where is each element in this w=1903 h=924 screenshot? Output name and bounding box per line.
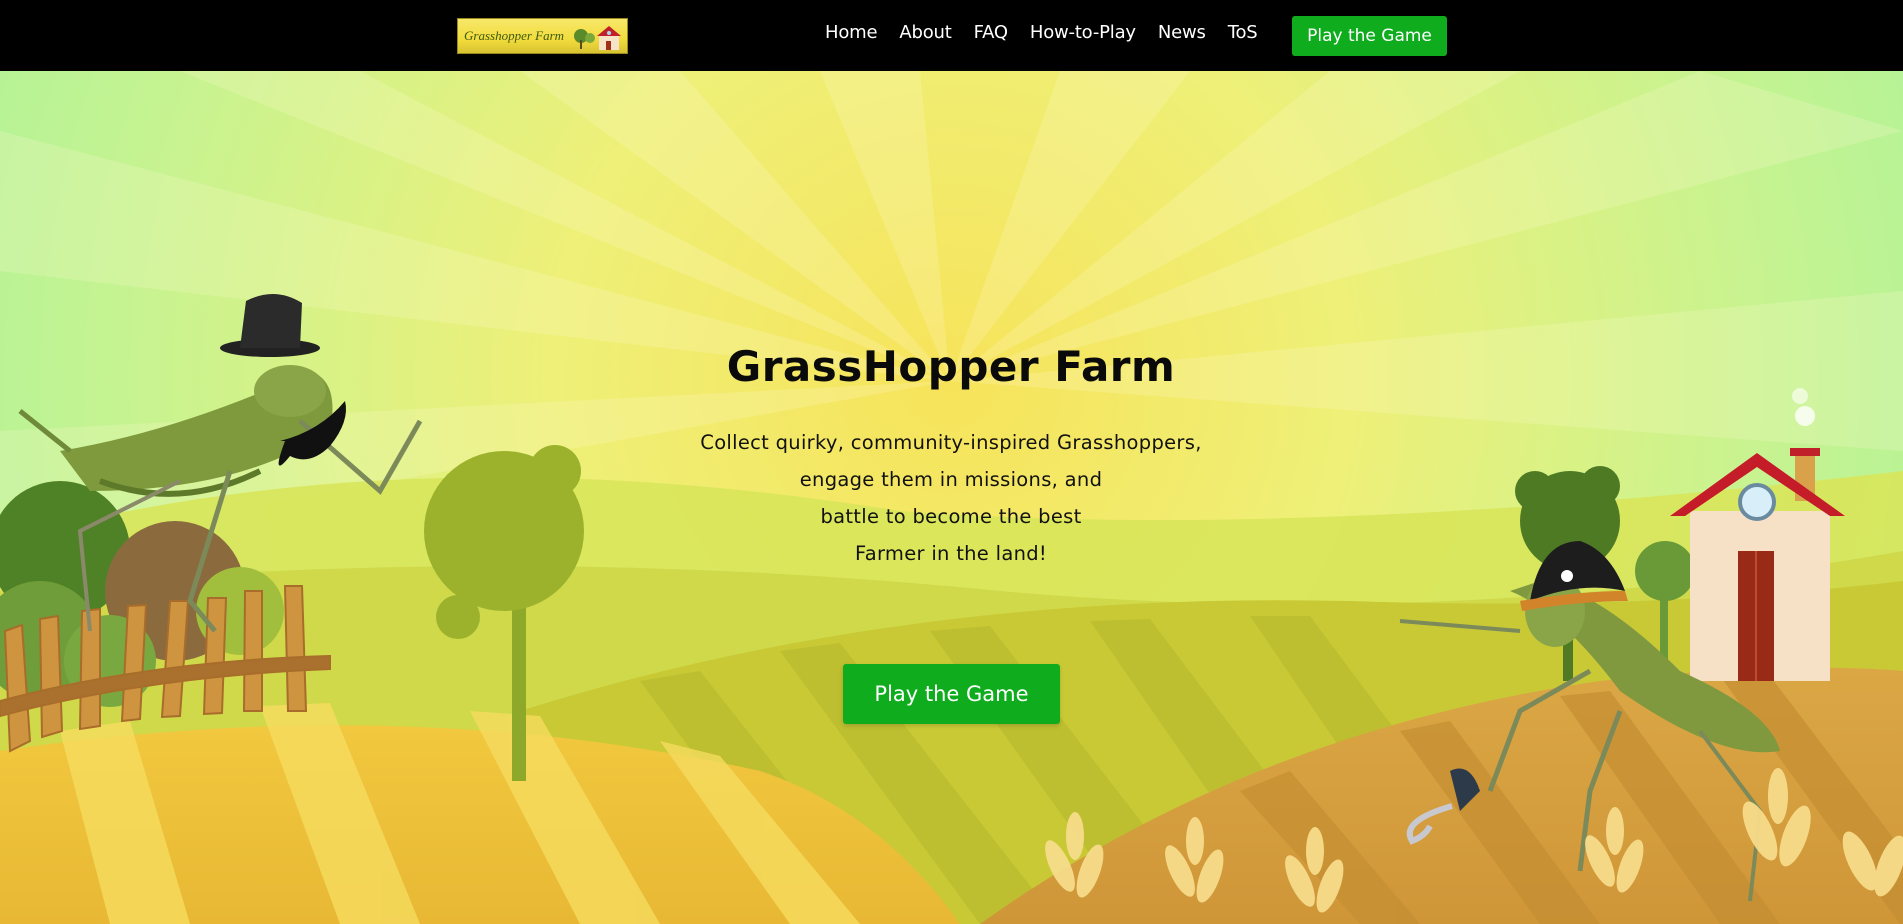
nav-how-to-play-link[interactable]: How-to-Play (1030, 22, 1136, 43)
hero-play-game-button[interactable]: Play the Game (843, 664, 1060, 724)
hero-section: GrassHopper Farm Collect quirky, communi… (0, 71, 1903, 924)
top-navbar: Grasshopper Farm Home About FAQ How-to-P… (0, 0, 1903, 71)
nav-news-link[interactable]: News (1158, 22, 1206, 43)
hero-title: GrassHopper Farm (726, 342, 1176, 391)
nav-play-game-button[interactable]: Play the Game (1292, 16, 1447, 56)
site-logo[interactable]: Grasshopper Farm (457, 18, 628, 54)
nav-home-link[interactable]: Home (825, 22, 878, 43)
hero-description-line: engage them in missions, and (799, 468, 1103, 491)
farmhouse-icon (574, 26, 621, 50)
logo-text: Grasshopper Farm (464, 28, 565, 43)
nav-faq-link[interactable]: FAQ (974, 22, 1008, 43)
nav-tos-link[interactable]: ToS (1228, 22, 1258, 43)
hero-description-line: battle to become the best (820, 505, 1082, 528)
hero-description-line: Farmer in the land! (854, 542, 1048, 565)
nav-about-link[interactable]: About (899, 22, 951, 43)
hero-description-line: Collect quirky, community-inspired Grass… (700, 431, 1202, 454)
main-nav: Home About FAQ How-to-Play News ToS (825, 22, 1258, 43)
hero-description: Collect quirky, community-inspired Grass… (651, 424, 1251, 572)
hero-content: GrassHopper Farm Collect quirky, communi… (651, 346, 1251, 572)
